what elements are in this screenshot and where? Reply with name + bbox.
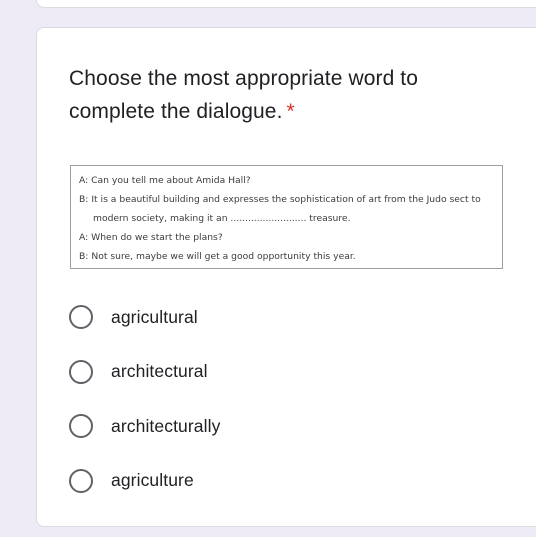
question-card: Choose the most appropriate word to comp… xyxy=(36,27,536,527)
required-asterisk: * xyxy=(286,100,295,123)
radio-button[interactable] xyxy=(69,305,93,330)
option-agricultural[interactable]: agricultural xyxy=(69,290,220,345)
option-agriculture[interactable]: agriculture xyxy=(69,454,220,509)
previous-question-card xyxy=(36,0,536,8)
dialogue-line: modern society, making it an ...........… xyxy=(93,213,351,224)
option-label[interactable]: agricultural xyxy=(111,307,198,328)
option-label[interactable]: architecturally xyxy=(111,416,220,437)
option-architecturally[interactable]: architecturally xyxy=(69,399,220,454)
dialogue-line: A: Can you tell me about Amida Hall? xyxy=(79,175,251,186)
dialogue-line: A: When do we start the plans? xyxy=(79,232,223,243)
option-architectural[interactable]: architectural xyxy=(69,345,220,400)
dialogue-line: B: Not sure, maybe we will get a good op… xyxy=(79,251,356,262)
option-label[interactable]: architectural xyxy=(111,361,208,382)
radio-button[interactable] xyxy=(69,359,93,384)
radio-button[interactable] xyxy=(69,468,93,493)
question-title: Choose the most appropriate word to comp… xyxy=(69,62,489,128)
radio-button[interactable] xyxy=(69,414,93,439)
answer-options: agricultural architectural architectural… xyxy=(69,290,220,508)
option-label[interactable]: agriculture xyxy=(111,470,194,491)
dialogue-image: A: Can you tell me about Amida Hall? B: … xyxy=(70,165,503,269)
dialogue-line: B: It is a beautiful building and expres… xyxy=(79,194,481,205)
question-text: Choose the most appropriate word to comp… xyxy=(69,67,419,123)
